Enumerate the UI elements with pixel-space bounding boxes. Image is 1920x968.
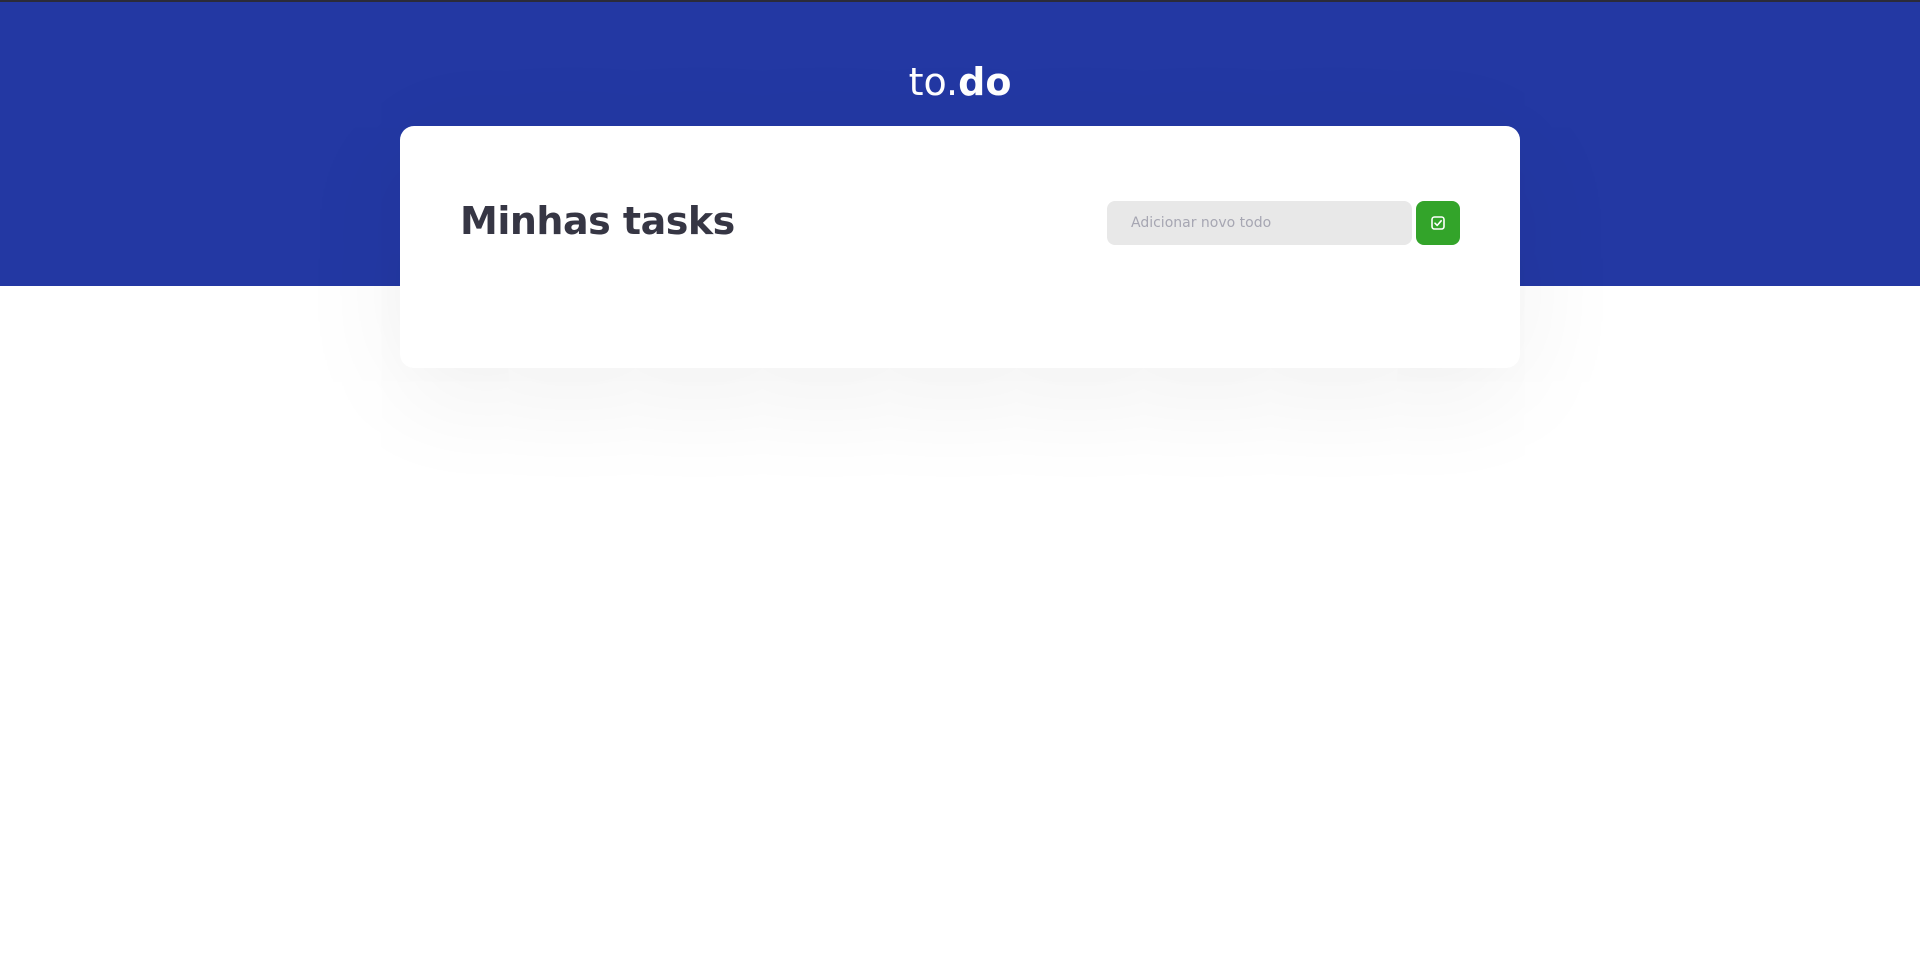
tasks-card: Minhas tasks	[400, 126, 1520, 368]
logo-text-bold: do	[958, 60, 1012, 104]
app-logo: to.do	[0, 58, 1920, 106]
check-square-icon	[1431, 216, 1445, 230]
page-title: Minhas tasks	[460, 199, 735, 243]
new-todo-input[interactable]	[1107, 201, 1412, 245]
add-todo-button[interactable]	[1416, 201, 1460, 245]
logo-text-light: to.	[908, 60, 959, 104]
